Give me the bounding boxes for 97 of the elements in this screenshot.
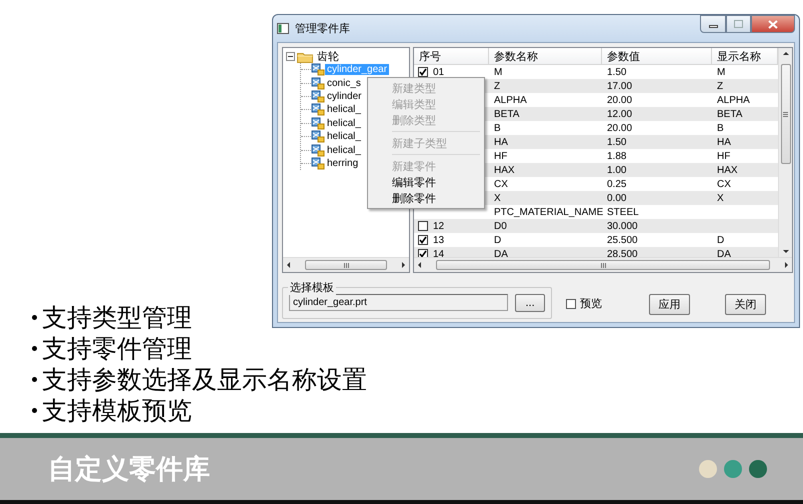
table-cell: 13 [433,234,444,246]
bullet-text: 支持参数选择及显示名称设置 [42,366,367,396]
close-button[interactable] [751,15,795,33]
tree-item[interactable]: helical_ [325,144,363,156]
close-dialog-button[interactable]: 关闭 [725,294,766,315]
table-cell-text: HF [716,150,732,162]
column-header[interactable]: 参数名称 [489,48,602,64]
table-cell-text: D [493,234,502,246]
template-field[interactable]: cylinder_gear.prt [289,294,508,311]
checkbox[interactable] [418,221,428,231]
checkbox[interactable] [418,67,428,77]
tree-item[interactable]: helical_ [325,104,363,116]
table-cell-text: ALPHA [716,94,751,106]
slide-title: 自定义零件库 [48,453,211,487]
table-cell-text: 1.50 [606,136,628,148]
tree-item[interactable]: conic_s [325,78,363,89]
table-cell-text: ALPHA [493,94,528,106]
table-cell-text: X [716,192,725,204]
part-icon [311,144,325,157]
table-cell-text: 20.00 [606,122,634,134]
folder-icon [297,50,313,62]
maximize-icon [734,20,743,28]
table-cell-text: DA [493,248,509,257]
app-icon [277,23,289,34]
table-cell-text: D [716,234,726,246]
group-label: 选择模板 [288,280,336,295]
part-icon [311,63,325,76]
tree-item[interactable]: herring [325,158,360,169]
table-cell-text: HA [493,136,509,148]
tree-item[interactable]: 齿轮 [315,49,341,64]
tree-item[interactable]: helical_ [325,118,363,129]
table-cell-text: HA [716,136,732,148]
menu-item[interactable]: 删除零件 [370,190,482,206]
table-cell-text: HAX [716,164,739,176]
table-cell-text: M [493,66,504,78]
table-cell-text: 20.00 [606,94,634,106]
table-cell-text: 0.25 [606,178,628,190]
collapse-icon[interactable] [286,52,295,61]
table-cell-text: STEEL [606,206,640,218]
bullet-icon [32,408,37,413]
browse-button[interactable]: ... [515,294,545,312]
column-header[interactable]: 参数值 [602,48,712,64]
table-cell-text: 12.00 [606,108,634,120]
table-cell-text: BETA [716,108,744,120]
tree-item[interactable]: helical_ [325,131,363,142]
part-icon [311,116,325,130]
bullet-text: 支持类型管理 [42,304,192,334]
table-cell-text: D0 [493,220,508,232]
table-cell: 14 [433,248,444,257]
table-cell-text: 17.00 [606,80,634,92]
table-cell-text: 1.00 [606,164,628,176]
table-cell-text: Z [716,80,724,92]
scroll-thumb[interactable] [305,260,387,270]
table-cell-text: DA [716,248,732,257]
column-header[interactable]: 序号 [414,48,489,64]
table-cell-text: X [493,192,502,204]
minimize-button[interactable] [700,15,726,33]
checkbox[interactable] [418,235,428,245]
window-title: 管理零件库 [295,22,351,36]
table-cell-text: BETA [493,108,520,120]
part-icon [311,130,325,144]
bullet-icon [32,315,37,320]
part-icon [311,76,325,90]
menu-item[interactable]: 编辑零件 [370,174,482,190]
part-icon [311,103,325,116]
table-cell-text: M [716,66,726,78]
close-icon [768,20,778,28]
table-cell-text: Z [493,80,502,92]
preview-checkbox[interactable] [566,298,576,308]
part-icon [311,156,325,170]
checkbox-label: 预览 [580,297,602,311]
bullet-text: 支持零件管理 [42,335,192,365]
table-cell-text: 25.500 [606,234,639,246]
table-cell: 12 [433,220,444,232]
part-icon [311,90,325,103]
table-cell-text: B [493,122,502,134]
table-cell-text: 30.000 [606,220,639,232]
table-cell-text: 1.50 [606,66,628,78]
table-cell-text: 0.00 [606,192,628,204]
table-cell-text: CX [493,178,509,190]
table-cell-text: PTC_MATERIAL_NAME [493,206,602,218]
table-cell-text: CX [716,178,732,190]
apply-button[interactable]: 应用 [649,294,690,315]
scroll-thumb[interactable] [436,260,770,270]
table-cell-text: 1.88 [606,150,628,162]
table-cell: 01 [433,66,444,78]
bullet-text: 支持模板预览 [42,397,192,427]
scroll-thumb[interactable] [780,64,790,164]
checkbox[interactable] [418,249,428,257]
bullet-icon [32,377,37,382]
bullet-icon [32,346,37,351]
table-cell-text: HAX [493,164,516,176]
table-cell-text: HF [493,150,508,162]
maximize-button[interactable] [726,15,751,33]
tree-item[interactable]: cylinder [325,90,364,102]
table-cell-text: B [716,122,725,134]
table-cell-text: 28.500 [606,248,639,257]
